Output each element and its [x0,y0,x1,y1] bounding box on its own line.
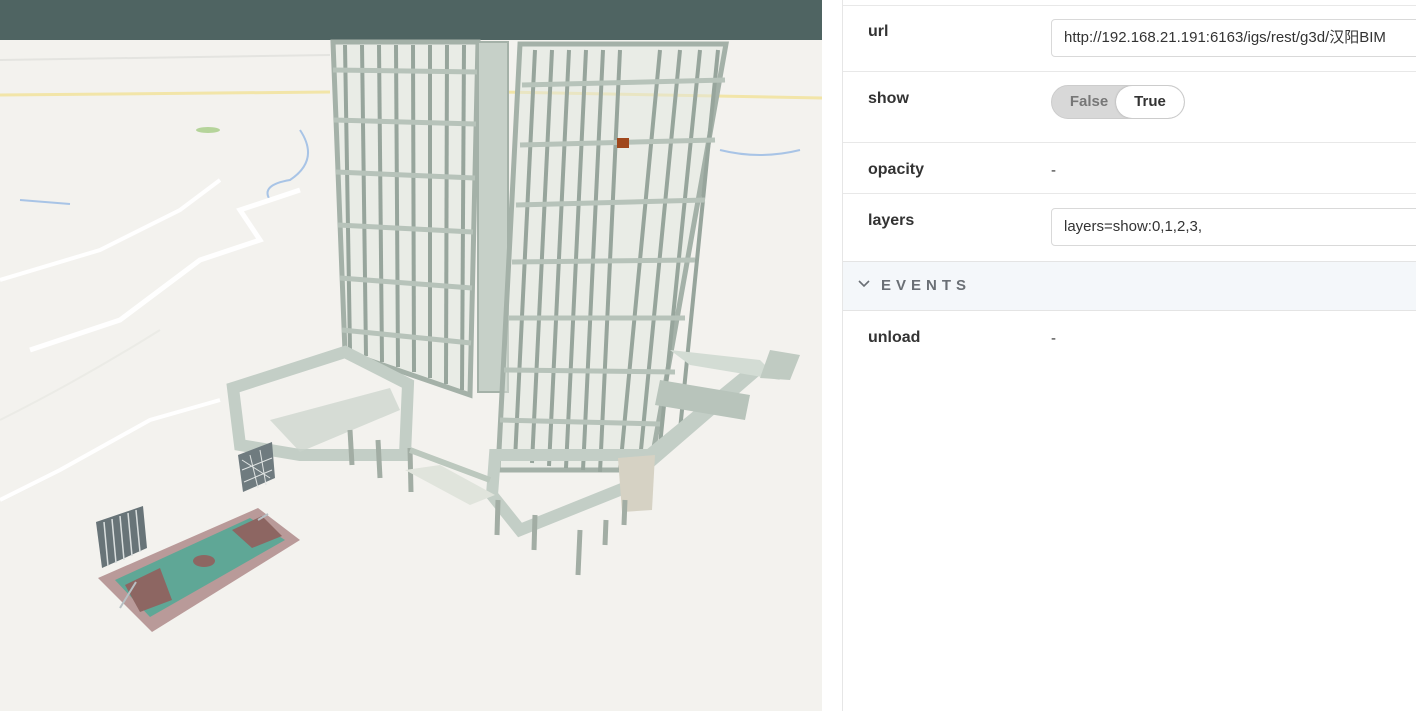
layers-input[interactable]: layers=show:0,1,2,3, [1051,208,1416,246]
chevron-down-icon [858,280,870,288]
event-label-unload: unload [868,329,921,346]
property-row-url: url http://192.168.21.191:6163/igs/rest/… [843,5,1416,72]
property-label-opacity: opacity [868,161,925,178]
show-option-false[interactable]: False [1056,86,1122,118]
url-input[interactable]: http://192.168.21.191:6163/igs/rest/g3d/… [1051,19,1416,57]
event-row-unload: unload - [843,311,1416,365]
property-label-layers: layers [868,212,915,229]
property-row-opacity: opacity - [843,143,1416,194]
unload-value: - [1051,330,1056,347]
property-row-layers: layers layers=show:0,1,2,3, [843,194,1416,261]
viewport-divider [822,0,842,711]
show-option-true[interactable]: True [1116,86,1184,118]
opacity-value: - [1051,162,1056,179]
property-row-show: show False True [843,72,1416,143]
property-label-url: url [868,23,889,40]
show-toggle[interactable]: False True [1051,85,1185,119]
bim-building-scene [0,0,822,711]
events-section-header[interactable]: EVENTS [843,261,1416,311]
events-section-title: EVENTS [881,277,972,294]
scene-viewport[interactable] [0,0,822,711]
property-label-show: show [868,90,909,107]
properties-panel: url http://192.168.21.191:6163/igs/rest/… [842,0,1416,711]
